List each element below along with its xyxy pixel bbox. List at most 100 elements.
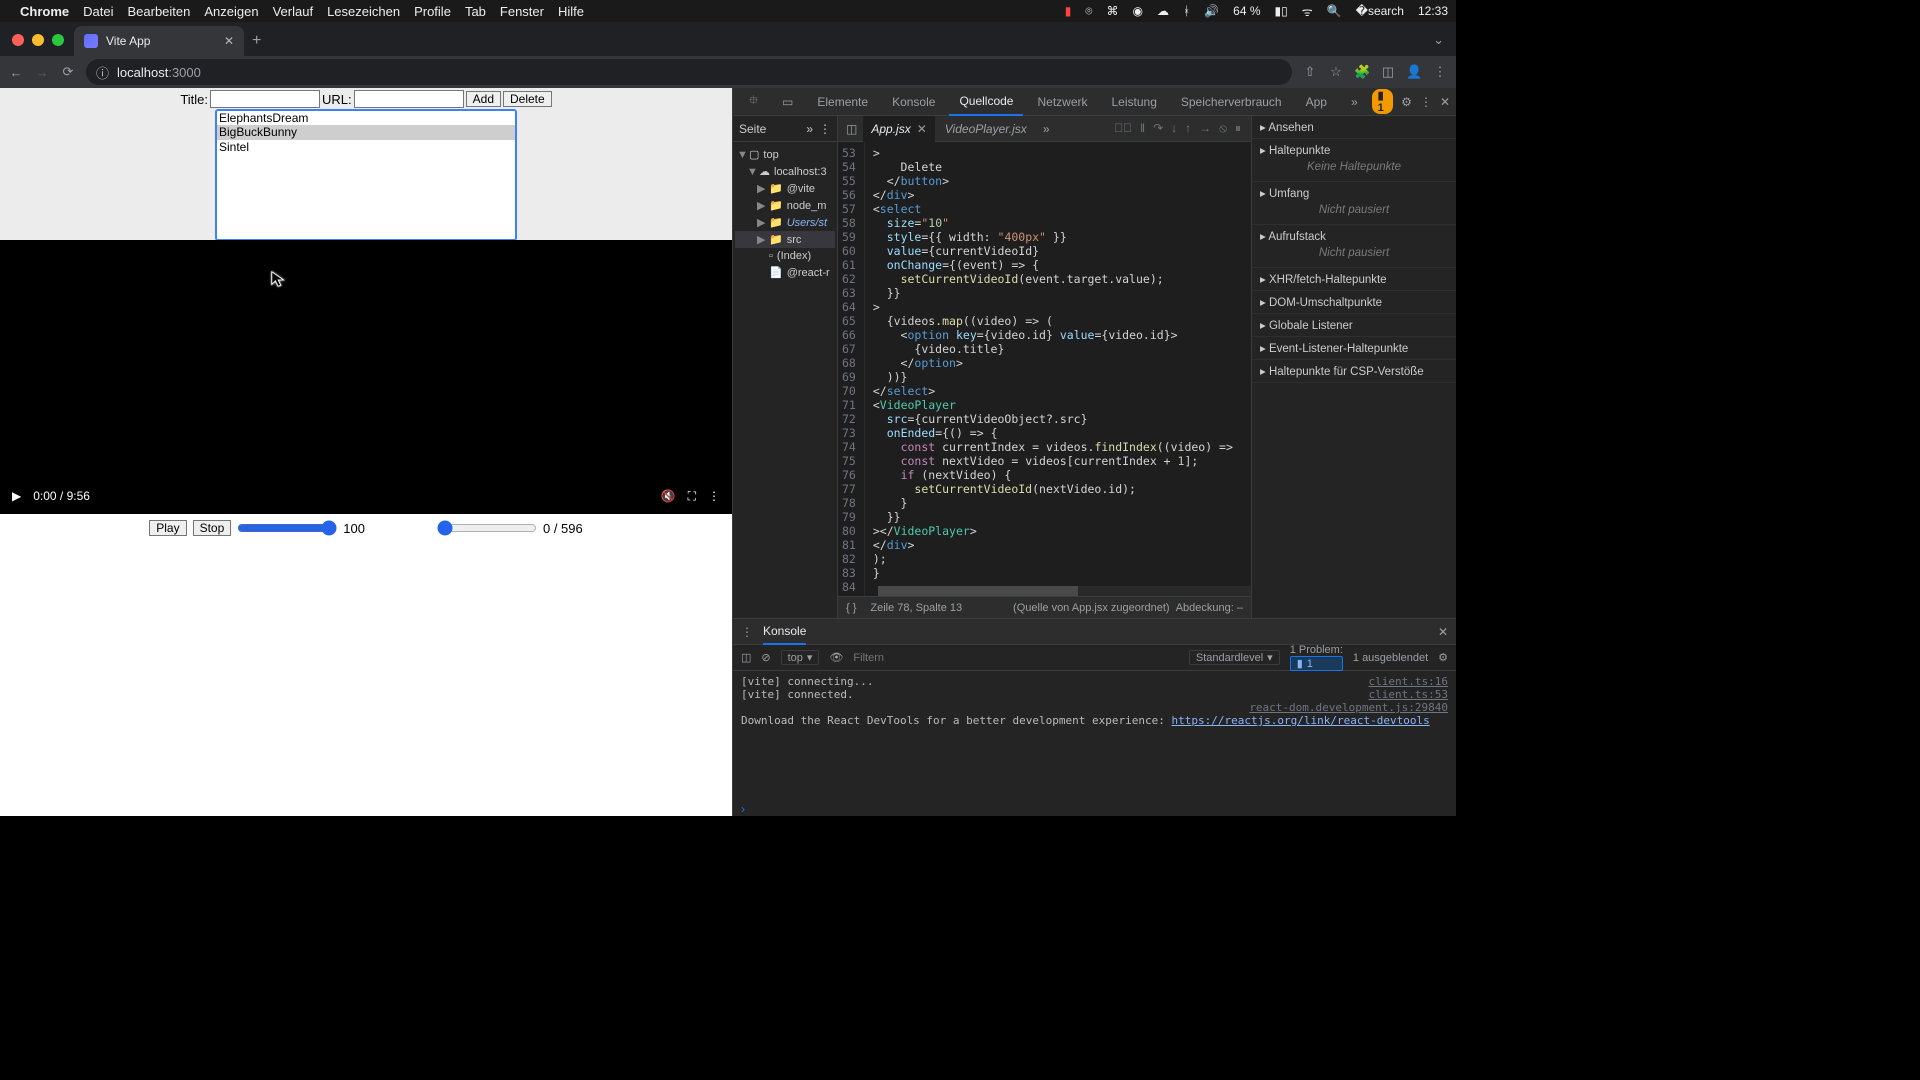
mute-icon[interactable]: 🔇	[661, 489, 676, 503]
sidebar-section[interactable]: ▸ Globale Listener	[1252, 314, 1456, 337]
current-app[interactable]: Chrome	[20, 4, 69, 19]
video-option[interactable]: BigBuckBunny	[217, 125, 515, 139]
settings-icon[interactable]: ⚙	[1401, 95, 1412, 109]
sidebar-section[interactable]: ▸ Ansehen	[1252, 116, 1456, 139]
bluetooth-icon[interactable]: ᚼ	[1183, 4, 1190, 18]
volume-slider[interactable]	[237, 520, 337, 536]
video-option[interactable]: Sintel	[217, 140, 515, 154]
search-icon[interactable]: 🔍	[1327, 4, 1342, 18]
tab-network[interactable]: Netzwerk	[1027, 88, 1097, 116]
clear-console-icon[interactable]: ⊘	[761, 651, 770, 664]
sidebar-section[interactable]: ▸ DOM-Umschaltpunkte	[1252, 291, 1456, 314]
step-over-icon[interactable]: ↷	[1153, 121, 1163, 136]
reload-button[interactable]: ⟳	[60, 64, 76, 80]
url-input[interactable]	[354, 90, 464, 108]
context-selector[interactable]: top ▾	[781, 650, 820, 665]
hidden-count[interactable]: 1 ausgeblendet	[1353, 652, 1428, 664]
site-info-icon[interactable]: ⓘ	[96, 63, 109, 82]
horizontal-scrollbar[interactable]	[878, 586, 1251, 596]
expand-tabs-icon[interactable]: ⌄	[1433, 32, 1444, 48]
tab-performance[interactable]: Leistung	[1102, 88, 1167, 116]
run-icon[interactable]: ▶⃞	[1114, 121, 1132, 136]
tree-item[interactable]: ▶📁@vite	[735, 180, 835, 197]
pause-icon[interactable]: ‖	[1140, 121, 1145, 136]
menu-view[interactable]: Anzeigen	[204, 4, 258, 19]
menu-file[interactable]: Datei	[83, 4, 113, 19]
close-window-button[interactable]	[12, 34, 24, 46]
status-icon[interactable]: ☁	[1157, 4, 1169, 18]
extensions-icon[interactable]: 🧩	[1354, 64, 1370, 80]
file-nav-icon[interactable]: ◫	[842, 122, 861, 136]
wifi-icon[interactable]: ᯤ	[1302, 3, 1313, 20]
delete-button[interactable]: Delete	[503, 91, 552, 107]
nav-tab-page[interactable]: Seite	[739, 122, 766, 136]
close-tab-icon[interactable]: ✕	[224, 34, 234, 48]
title-input[interactable]	[210, 90, 320, 108]
status-icon[interactable]: ◉	[1133, 4, 1143, 18]
nav-menu-icon[interactable]: ⋮	[819, 122, 831, 136]
sidebar-section[interactable]: ▸ AufrufstackNicht pausiert	[1252, 225, 1456, 268]
stop-button[interactable]: Stop	[193, 520, 232, 536]
nav-overflow-icon[interactable]: »	[806, 122, 813, 136]
file-overflow-icon[interactable]: »	[1037, 122, 1056, 136]
device-icon[interactable]: ▭	[772, 88, 803, 116]
bookmark-icon[interactable]: ☆	[1328, 64, 1344, 80]
menu-window[interactable]: Fenster	[500, 4, 544, 19]
menu-help[interactable]: Hilfe	[558, 4, 584, 19]
menu-edit[interactable]: Bearbeiten	[127, 4, 190, 19]
tree-item[interactable]: ▫(Index)	[735, 248, 835, 264]
file-tab-videoplayer[interactable]: VideoPlayer.jsx	[937, 116, 1035, 142]
tab-application[interactable]: App	[1296, 88, 1337, 116]
sidebar-section[interactable]: ▸ XHR/fetch-Haltepunkte	[1252, 268, 1456, 291]
video-select[interactable]: ElephantsDreamBigBuckBunnySintel	[216, 110, 516, 240]
drawer-menu-icon[interactable]: ⋮	[741, 625, 753, 639]
menu-bookmarks[interactable]: Lesezeichen	[327, 4, 400, 19]
file-tree[interactable]: ▼▢top▼☁localhost:3▶📁@vite▶📁node_m▶📁Users…	[733, 142, 837, 285]
zoom-window-button[interactable]	[52, 34, 64, 46]
chrome-menu-icon[interactable]: ⋮	[1432, 64, 1448, 80]
deactivate-bp-icon[interactable]: ⦸	[1219, 121, 1227, 136]
close-file-icon[interactable]: ✕	[917, 122, 927, 136]
minimize-window-button[interactable]	[32, 34, 44, 46]
progress-slider[interactable]	[437, 520, 537, 536]
play-button[interactable]: Play	[149, 520, 186, 536]
play-icon[interactable]: ▶	[12, 489, 21, 503]
close-devtools-icon[interactable]: ✕	[1440, 95, 1450, 109]
video-menu-icon[interactable]: ⋮	[708, 489, 720, 503]
share-icon[interactable]: ⇧	[1302, 64, 1318, 80]
live-expr-icon[interactable]: 👁	[829, 651, 843, 664]
issues-badge[interactable]: ▮ 1	[1372, 89, 1394, 114]
tree-item[interactable]: ▶📁node_m	[735, 197, 835, 214]
tree-item[interactable]: ▼▢top	[735, 146, 835, 163]
tab-sources[interactable]: Quellcode	[949, 88, 1023, 116]
drawer-tab-console[interactable]: Konsole	[763, 619, 806, 645]
console-log[interactable]: [vite] connecting...client.ts:16[vite] c…	[733, 671, 1456, 802]
sidepanel-icon[interactable]: ◫	[1380, 64, 1396, 80]
step-into-icon[interactable]: ↓	[1171, 121, 1177, 136]
clock[interactable]: 12:33	[1418, 4, 1448, 18]
control-center-icon[interactable]: �search	[1356, 4, 1404, 18]
tab-console[interactable]: Konsole	[882, 88, 945, 116]
status-icon[interactable]: ⌘	[1107, 4, 1119, 18]
menu-profile[interactable]: Profile	[414, 4, 451, 19]
sidebar-section[interactable]: ▸ Haltepunkte für CSP-Verstöße	[1252, 360, 1456, 383]
tree-item[interactable]: ▶📁Users/st	[735, 214, 835, 231]
profile-icon[interactable]: 👤	[1406, 64, 1422, 80]
menu-tab[interactable]: Tab	[465, 4, 486, 19]
sidebar-section[interactable]: ▸ HaltepunkteKeine Haltepunkte	[1252, 139, 1456, 182]
sidebar-section[interactable]: ▸ Event-Listener-Haltepunkte	[1252, 337, 1456, 360]
tabs-overflow-icon[interactable]: »	[1341, 88, 1368, 116]
tree-item[interactable]: ▼☁localhost:3	[735, 163, 835, 180]
new-tab-button[interactable]: +	[252, 32, 261, 50]
step-icon[interactable]: →	[1199, 121, 1211, 136]
console-settings-icon[interactable]: ⚙	[1438, 651, 1448, 664]
tree-item[interactable]: ▶📁src	[735, 231, 835, 248]
forward-button[interactable]: →	[34, 65, 50, 80]
add-button[interactable]: Add	[466, 91, 501, 107]
file-tab-app[interactable]: App.jsx✕	[863, 116, 934, 142]
console-filter-input[interactable]	[853, 652, 1178, 664]
tab-memory[interactable]: Speicherverbrauch	[1171, 88, 1292, 116]
log-level-selector[interactable]: Standardlevel ▾	[1189, 650, 1280, 665]
format-icon[interactable]: { }	[846, 602, 856, 614]
video-option[interactable]: ElephantsDream	[217, 111, 515, 125]
